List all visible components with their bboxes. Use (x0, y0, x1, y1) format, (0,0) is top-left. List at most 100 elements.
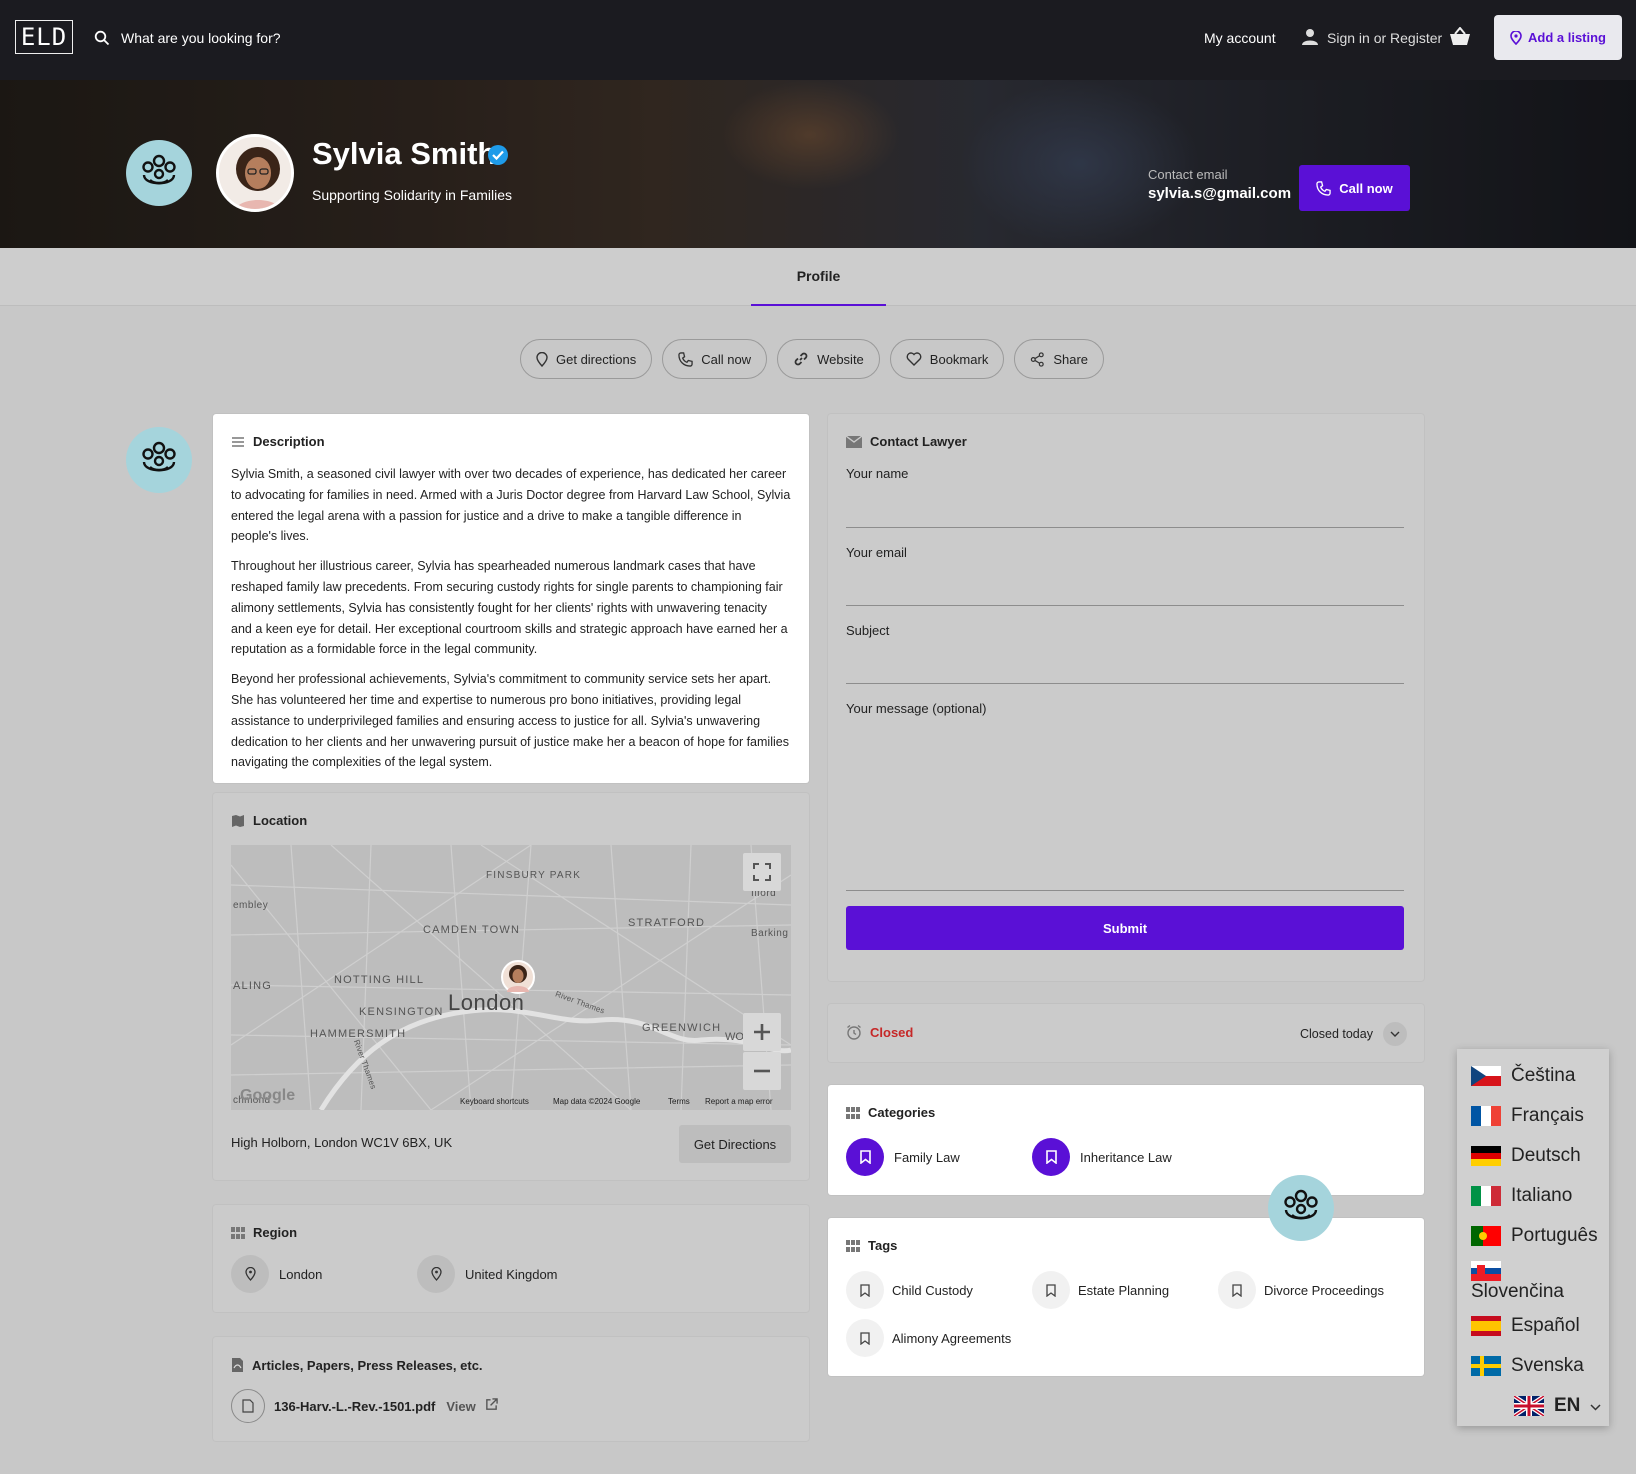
category-label: Family Law (894, 1149, 960, 1165)
get-directions-button[interactable]: Get directions (520, 339, 653, 379)
map-report-link[interactable]: Report a map error (705, 1097, 773, 1106)
tags-card: Tags Child Custody Estate Planning Divor… (828, 1218, 1424, 1376)
category-label: Inheritance Law (1080, 1149, 1172, 1165)
flag-pt-icon (1471, 1226, 1501, 1246)
tab-profile[interactable]: Profile (751, 248, 886, 306)
hours-today-label: Closed today (1300, 1027, 1373, 1041)
grid-icon (231, 1226, 245, 1239)
flag-se-icon (1471, 1356, 1501, 1376)
grid-icon (846, 1106, 860, 1119)
tag-item[interactable]: Divorce Proceedings (1218, 1271, 1384, 1309)
location-card: Location FINSBURY PARK embley Ilford CAM… (213, 793, 809, 1180)
bookmark-outline-icon (846, 1271, 884, 1309)
call-now-button[interactable]: Call now (1299, 165, 1410, 211)
search-icon[interactable] (94, 30, 110, 51)
subject-field-label: Subject (846, 623, 890, 638)
location-map[interactable]: FINSBURY PARK embley Ilford CAMDEN TOWN … (231, 845, 791, 1110)
flag-it-icon (1471, 1186, 1501, 1206)
language-option-pt[interactable]: Português (1471, 1225, 1598, 1247)
google-logo: Google (240, 1087, 296, 1104)
bookmark-button[interactable]: Bookmark (889, 339, 1005, 379)
bookmark-outline-icon (846, 1319, 884, 1357)
language-option-fr[interactable]: Français (1471, 1105, 1584, 1127)
share-button[interactable]: Share (1014, 339, 1105, 379)
user-icon[interactable] (1302, 28, 1318, 51)
language-switcher: Čeština Français Deutsch Italiano Portug… (1457, 1049, 1609, 1426)
hours-dropdown[interactable]: Closed today (1300, 1022, 1407, 1046)
category-item[interactable]: Inheritance Law (1032, 1138, 1172, 1176)
language-option-sv[interactable]: Svenska (1471, 1355, 1584, 1377)
opening-hours-card: Closed Closed today (828, 1004, 1424, 1062)
get-directions-label: Get directions (556, 351, 637, 367)
language-option-es[interactable]: Español (1471, 1315, 1580, 1337)
external-link-icon[interactable] (485, 1398, 498, 1414)
map-label: GREENWICH (642, 1022, 722, 1034)
name-field-label: Your name (846, 466, 909, 481)
submit-button[interactable]: Submit (846, 906, 1404, 950)
profile-name: Sylvia Smith (312, 136, 497, 171)
call-now-pill-label: Call now (701, 351, 752, 367)
tag-item[interactable]: Child Custody (846, 1271, 973, 1309)
email-field-label: Your email (846, 545, 907, 560)
category-item[interactable]: Family Law (846, 1138, 960, 1176)
chevron-down-icon (1382, 1022, 1407, 1046)
region-item[interactable]: London (231, 1255, 322, 1293)
contact-email-label: Contact email (1148, 167, 1228, 182)
region-heading: Region (253, 1225, 298, 1240)
language-label: Deutsch (1511, 1145, 1581, 1166)
tag-item[interactable]: Alimony Agreements (846, 1319, 1011, 1357)
site-logo[interactable]: ELD (15, 20, 73, 54)
hours-status-label: Closed (870, 1024, 914, 1040)
current-language[interactable]: EN (1514, 1395, 1601, 1417)
language-option-sk[interactable]: Slovenčina (1471, 1261, 1564, 1303)
phone-icon (1316, 180, 1331, 196)
tag-label: Estate Planning (1078, 1282, 1170, 1298)
pin-icon (1510, 30, 1522, 45)
language-label: Español (1511, 1315, 1580, 1336)
article-view-link[interactable]: View (446, 1399, 475, 1414)
contact-email[interactable]: sylvia.s@gmail.com (1148, 185, 1291, 202)
map-label: STRATFORD (628, 917, 706, 929)
get-directions-map-button[interactable]: Get Directions (679, 1125, 791, 1163)
region-item[interactable]: United Kingdom (417, 1255, 558, 1293)
name-field[interactable] (846, 527, 1404, 528)
message-field[interactable] (846, 890, 1404, 891)
zoom-in-icon[interactable] (743, 1013, 781, 1051)
subject-field[interactable] (846, 683, 1404, 684)
categories-card: Categories Family Law Inheritance Law (828, 1085, 1424, 1195)
language-option-de[interactable]: Deutsch (1471, 1145, 1581, 1167)
language-label: Português (1511, 1225, 1598, 1246)
call-now-label: Call now (1339, 180, 1393, 196)
top-nav: ELD What are you looking for? My account… (0, 0, 1636, 80)
my-account-link[interactable]: My account (1204, 30, 1276, 46)
tag-item[interactable]: Estate Planning (1032, 1271, 1169, 1309)
description-paragraph: Sylvia Smith, a seasoned civil lawyer wi… (231, 467, 791, 544)
map-terms-link[interactable]: Terms (668, 1097, 690, 1106)
hours-status: Closed (846, 1024, 913, 1040)
zoom-out-icon[interactable] (743, 1052, 781, 1090)
basket-icon[interactable] (1449, 26, 1471, 52)
language-option-cs[interactable]: Čeština (1471, 1065, 1575, 1087)
sign-in-link[interactable]: Sign in or Register (1327, 30, 1442, 46)
brand-badge-icon (126, 140, 192, 206)
language-option-it[interactable]: Italiano (1471, 1185, 1572, 1207)
flag-es-icon (1471, 1316, 1501, 1336)
tag-label: Alimony Agreements (892, 1330, 1012, 1346)
map-keyboard-shortcuts[interactable]: Keyboard shortcuts (460, 1097, 529, 1106)
pdf-icon (232, 1358, 243, 1372)
grid-icon (846, 1239, 860, 1252)
pin-icon (536, 351, 548, 367)
add-listing-button[interactable]: Add a listing (1494, 15, 1622, 60)
fullscreen-icon[interactable] (743, 853, 781, 891)
heart-icon (906, 352, 922, 366)
map-marker-avatar[interactable] (501, 960, 535, 994)
website-button[interactable]: Website (777, 339, 880, 379)
verified-badge-icon (487, 144, 509, 171)
share-label: Share (1053, 351, 1089, 367)
language-label: Français (1511, 1105, 1584, 1126)
chevron-down-icon (1590, 1395, 1601, 1417)
bookmark-outline-icon (1032, 1271, 1070, 1309)
email-field[interactable] (846, 605, 1404, 606)
search-input[interactable]: What are you looking for? (121, 30, 281, 46)
call-now-pill[interactable]: Call now (662, 339, 768, 379)
